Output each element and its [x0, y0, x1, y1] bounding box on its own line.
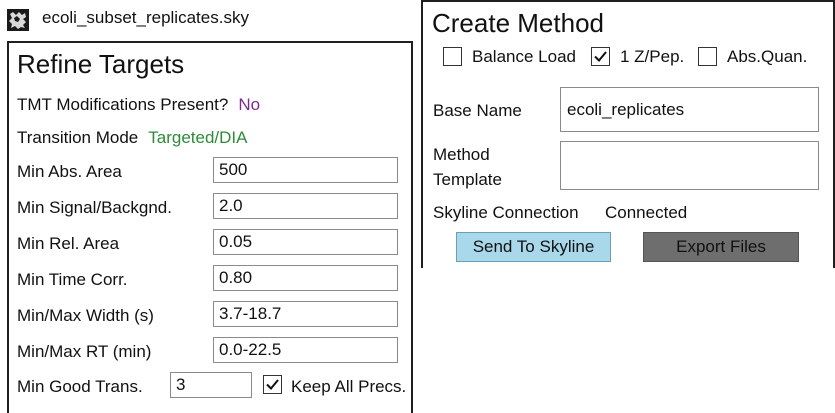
width-label: Min/Max Width (s) — [17, 306, 154, 325]
refine-targets-title: Refine Targets — [17, 49, 185, 79]
width-input[interactable] — [213, 301, 398, 327]
min-signal-label: Min Signal/Backgnd. — [17, 198, 172, 217]
min-time-corr-label: Min Time Corr. — [17, 270, 128, 289]
balance-load-checkbox[interactable] — [443, 47, 462, 66]
transition-mode-value: Targeted/DIA — [148, 128, 248, 147]
rt-input[interactable] — [213, 337, 398, 363]
skyline-connection-status: Connected — [605, 203, 688, 222]
keep-all-precs-label: Keep All Precs. — [291, 377, 407, 396]
min-time-corr-input[interactable] — [213, 265, 398, 291]
tmt-value: No — [238, 95, 261, 114]
min-rel-area-input[interactable] — [213, 229, 398, 255]
min-abs-area-input[interactable] — [213, 157, 398, 183]
one-z-per-pep-label: 1 Z/Pep. — [620, 47, 685, 66]
method-template-input[interactable] — [560, 141, 819, 190]
checkmark-icon — [594, 51, 607, 62]
rt-label: Min/Max RT (min) — [17, 342, 152, 361]
method-template-label-line1: Method — [433, 145, 490, 164]
min-good-trans-label: Min Good Trans. — [17, 377, 143, 396]
base-name-label: Base Name — [433, 101, 522, 120]
transition-mode-row: Transition Mode Targeted/DIA — [17, 128, 248, 148]
send-to-skyline-button[interactable]: Send To Skyline — [456, 232, 611, 262]
abs-quan-checkbox[interactable] — [698, 47, 717, 66]
min-good-trans-input[interactable] — [170, 372, 252, 398]
balance-load-label: Balance Load — [472, 47, 576, 66]
file-header: ecoli_subset_replicates.sky — [0, 0, 420, 40]
method-template-label-line2: Template — [433, 170, 502, 189]
abs-quan-label: Abs.Quan. — [727, 47, 808, 66]
min-signal-input[interactable] — [213, 193, 398, 219]
one-z-per-pep-checkbox[interactable] — [591, 47, 610, 66]
transition-mode-label: Transition Mode — [17, 128, 139, 147]
keep-all-precs-checkbox[interactable] — [263, 375, 282, 394]
export-files-button[interactable]: Export Files — [643, 232, 799, 262]
min-abs-area-label: Min Abs. Area — [17, 162, 122, 181]
refine-targets-panel: Refine Targets TMT Modifications Present… — [7, 41, 413, 413]
tmt-label: TMT Modifications Present? — [17, 95, 229, 114]
tmt-row: TMT Modifications Present? No — [17, 95, 260, 115]
file-name: ecoli_subset_replicates.sky — [42, 8, 249, 27]
base-name-input[interactable] — [560, 87, 819, 132]
min-rel-area-label: Min Rel. Area — [17, 234, 120, 253]
skyline-connection-label: Skyline Connection — [433, 203, 579, 222]
skyline-document-icon — [7, 9, 29, 31]
checkmark-icon — [266, 379, 279, 390]
create-method-title: Create Method — [432, 8, 604, 38]
create-method-panel: Create Method Balance Load 1 Z/Pep. Abs.… — [421, 0, 835, 268]
